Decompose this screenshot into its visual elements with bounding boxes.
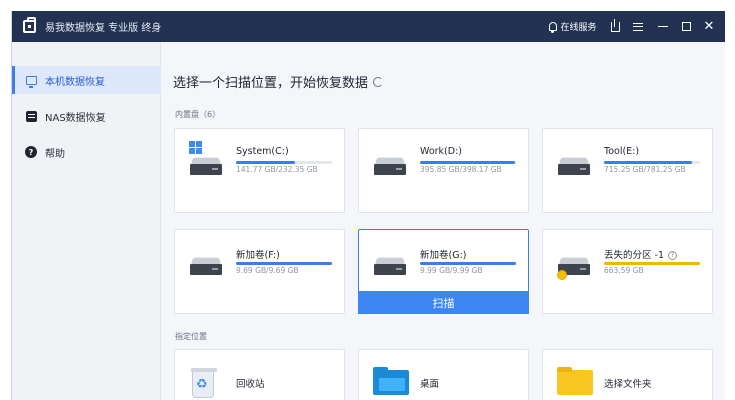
sidebar-item-nas-recovery[interactable]: NAS数据恢复: [12, 102, 161, 130]
nas-icon: [25, 110, 37, 122]
scan-button[interactable]: 扫描: [358, 291, 529, 314]
specified-location-label: 指定位置: [175, 332, 207, 341]
app-window: 易我数据恢复 专业版 终身 在线服务 ✕ 本机数据恢复 NAS数据恢复 ? 帮助…: [11, 11, 725, 400]
drive-usage: 141.77 GB/232.35 GB: [236, 165, 318, 174]
minimize-icon: [658, 25, 668, 28]
recycle-bin-icon: [191, 368, 217, 398]
drive-usage: 9.99 GB/9.99 GB: [420, 266, 483, 275]
drive-card-lost-partition[interactable]: 丢失的分区 -1? 663.59 GB: [542, 229, 713, 314]
drive-usage: 715.25 GB/781.25 GB: [604, 165, 686, 174]
hard-drive-icon: [374, 157, 406, 175]
main-content: 选择一个扫描位置，开始恢复数据 内置盘（6） System(C:) 141.77…: [162, 42, 725, 400]
export-icon: [610, 18, 620, 32]
usage-bar: [420, 161, 516, 164]
refresh-icon[interactable]: [373, 76, 384, 87]
usage-bar: [604, 161, 700, 164]
location-card-recycle-bin[interactable]: 回收站: [174, 349, 345, 400]
maximize-icon: [681, 22, 691, 31]
hard-drive-icon: [374, 257, 406, 275]
drive-name: 新加卷(G:): [420, 250, 467, 261]
page-title: 选择一个扫描位置，开始恢复数据: [173, 72, 384, 91]
menu-button[interactable]: [629, 11, 647, 42]
close-icon: ✕: [703, 19, 715, 34]
desktop-folder-icon: [373, 367, 409, 395]
bell-icon: [549, 22, 558, 33]
sidebar-item-label: 帮助: [45, 148, 65, 160]
hard-drive-icon: [190, 157, 222, 175]
sidebar-item-label: 本机数据恢复: [45, 76, 105, 88]
sidebar: 本机数据恢复 NAS数据恢复 ? 帮助: [12, 42, 161, 400]
location-card-choose-folder[interactable]: 选择文件夹: [542, 349, 713, 400]
minimize-button[interactable]: [654, 11, 672, 42]
usage-bar: [236, 161, 332, 164]
drive-card-d[interactable]: Work(D:) 395.85 GB/398.17 GB: [358, 128, 529, 213]
close-button[interactable]: ✕: [700, 11, 718, 42]
windows-logo-icon: [189, 141, 203, 155]
sidebar-item-local-recovery[interactable]: 本机数据恢复: [12, 66, 161, 94]
hard-drive-icon: [190, 257, 222, 275]
drive-name: Work(D:): [420, 146, 462, 157]
hamburger-menu-icon: [633, 22, 643, 31]
page-title-text: 选择一个扫描位置，开始恢复数据: [173, 76, 369, 91]
usage-bar: [420, 262, 516, 265]
sidebar-item-label: NAS数据恢复: [45, 112, 106, 124]
online-support-button[interactable]: 在线服务: [548, 11, 598, 42]
export-button[interactable]: [606, 11, 624, 42]
drive-card-c[interactable]: System(C:) 141.77 GB/232.35 GB: [174, 128, 345, 213]
location-name: 桌面: [420, 379, 440, 390]
drive-usage: 663.59 GB: [604, 266, 644, 275]
help-icon: ?: [25, 146, 37, 158]
hard-drive-icon: [558, 157, 590, 175]
sidebar-item-help[interactable]: ? 帮助: [12, 138, 161, 166]
monitor-icon: [25, 75, 37, 88]
app-title: 易我数据恢复 专业版 终身: [45, 23, 162, 34]
location-name: 选择文件夹: [604, 379, 652, 390]
usage-bar: [236, 262, 332, 265]
drive-card-e[interactable]: Tool(E:) 715.25 GB/781.25 GB: [542, 128, 713, 213]
location-card-desktop[interactable]: 桌面: [358, 349, 529, 400]
drive-name: 新加卷(F:): [236, 250, 280, 261]
lost-partition-icon: [557, 270, 567, 280]
usage-bar: [604, 262, 700, 265]
location-name: 回收站: [236, 379, 265, 390]
online-support-label: 在线服务: [560, 23, 597, 33]
drive-usage: 9.69 GB/9.69 GB: [236, 266, 299, 275]
title-bar: 易我数据恢复 专业版 终身 在线服务 ✕: [12, 11, 725, 42]
drive-card-g[interactable]: 新加卷(G:) 9.99 GB/9.99 GB 扫描: [358, 229, 529, 314]
maximize-button[interactable]: [677, 11, 695, 42]
drive-card-f[interactable]: 新加卷(F:) 9.69 GB/9.69 GB: [174, 229, 345, 314]
help-circle-icon[interactable]: ?: [668, 251, 677, 260]
folder-icon: [557, 367, 593, 395]
internal-disks-label: 内置盘（6）: [175, 110, 221, 119]
drive-usage: 395.85 GB/398.17 GB: [420, 165, 502, 174]
drive-name: Tool(E:): [604, 146, 640, 157]
app-logo-icon: [23, 17, 36, 33]
drive-name: System(C:): [236, 146, 289, 157]
drive-name: 丢失的分区 -1?: [604, 247, 677, 261]
